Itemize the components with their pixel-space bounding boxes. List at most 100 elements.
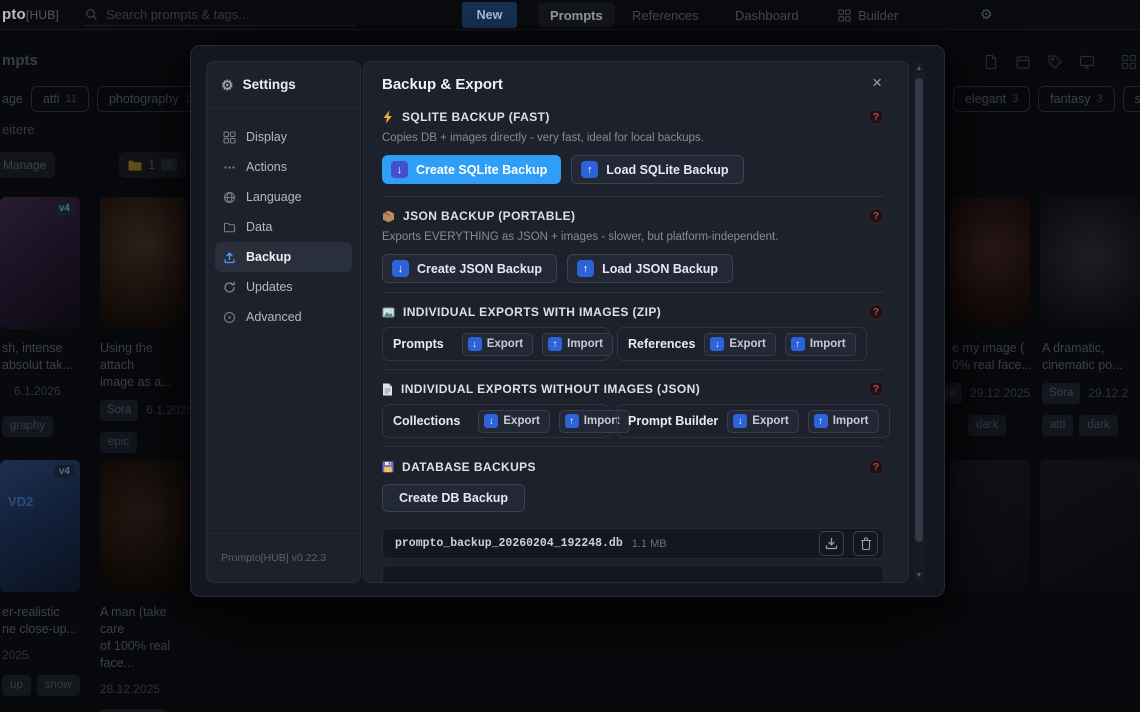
load-sqlite-backup-button[interactable]: ↑ Load SQLite Backup <box>571 155 743 184</box>
bg-card-image <box>1040 460 1140 592</box>
package-icon <box>382 210 395 223</box>
backup-export-panel: Backup & Export × SQLITE BACKUP (FAST) ?… <box>363 61 909 583</box>
bg-card-line: absolut tak... <box>2 357 84 374</box>
download-icon: ↓ <box>468 337 482 351</box>
bg-source-badge: Sora <box>100 400 138 421</box>
builder-grid-icon <box>838 9 851 22</box>
bg-card-line: A dramatic, <box>1042 340 1140 357</box>
section-title: INDIVIDUAL EXPORTS WITH IMAGES (ZIP) <box>403 305 860 319</box>
bg-card-line: A man (take care <box>100 604 190 638</box>
import-button[interactable]: ↑Import <box>808 410 879 433</box>
delete-backup-button[interactable] <box>853 531 878 556</box>
bg-folder-chip: 1 2 <box>119 152 186 178</box>
help-icon[interactable]: ? <box>868 381 884 397</box>
bg-card-date: 28.12.2025 <box>100 681 160 698</box>
bg-tag-filter-row: age atti11 photography11 <box>2 86 208 112</box>
app-version: Prompto[HUB] v0.22.3 <box>207 533 360 582</box>
upload-icon: ↑ <box>791 337 805 351</box>
help-icon[interactable]: ? <box>868 208 884 224</box>
floppy-disk-icon <box>382 461 394 473</box>
tab-references[interactable]: References <box>620 3 710 27</box>
bg-tag-chip: elegant3 <box>953 86 1030 112</box>
document-icon <box>983 54 999 70</box>
sidebar-item-language[interactable]: Language <box>215 182 352 212</box>
import-button[interactable]: ↑Import <box>785 333 856 356</box>
bg-card-tag: atti <box>1042 415 1073 436</box>
bg-card-date: 29.12.2 <box>1088 385 1128 402</box>
bg-tag-chip: fantasy3 <box>1038 86 1114 112</box>
download-icon: ↓ <box>710 337 724 351</box>
calendar-icon <box>1015 54 1031 70</box>
create-db-backup-button[interactable]: Create DB Backup <box>382 484 525 512</box>
sidebar-item-data[interactable]: Data <box>215 212 352 242</box>
grid-icon <box>223 131 236 144</box>
export-button[interactable]: ↓Export <box>478 410 549 433</box>
scrollbar-track[interactable] <box>913 76 925 568</box>
group-label: References <box>628 337 695 351</box>
download-backup-button[interactable] <box>819 531 844 556</box>
bg-card-line: of 100% real face... <box>100 638 190 672</box>
sidebar-item-advanced[interactable]: Advanced <box>215 302 352 332</box>
new-button[interactable]: New <box>462 2 517 28</box>
app-topbar: pto[HUB] New Prompts References Dashboar… <box>0 0 1140 30</box>
button-label: Load JSON Backup <box>602 262 718 276</box>
sidebar-item-label: Display <box>246 130 287 144</box>
close-icon[interactable]: × <box>870 76 884 90</box>
bg-card-meta: sh, intense absolut tak... 6.1.2026 grap… <box>2 340 84 437</box>
bg-tag-fragment: age <box>2 92 23 106</box>
export-button[interactable]: ↓Export <box>704 333 775 356</box>
bg-card-image: v4 VD2 <box>0 460 80 592</box>
backup-file-size: 1.1 MB <box>632 538 667 550</box>
export-group-collections: Collections ↓Export ↑Import <box>382 404 610 438</box>
section-sqlite-backup: SQLITE BACKUP (FAST) ? Copies DB + image… <box>382 109 884 197</box>
tab-prompts[interactable]: Prompts <box>538 3 615 27</box>
help-icon[interactable]: ? <box>868 109 884 125</box>
section-description: Exports EVERYTHING as JSON + images - sl… <box>382 231 884 243</box>
download-icon: ↓ <box>391 161 408 178</box>
settings-gear-icon[interactable]: ⚙ <box>980 7 993 21</box>
sidebar-item-actions[interactable]: Actions <box>215 152 352 182</box>
section-json-exports: INDIVIDUAL EXPORTS WITHOUT IMAGES (JSON)… <box>382 370 884 447</box>
search-input[interactable] <box>106 7 326 22</box>
sidebar-item-updates[interactable]: Updates <box>215 272 352 302</box>
mini-button-label: Import <box>584 415 620 427</box>
help-icon[interactable]: ? <box>868 459 884 475</box>
bg-card-line: ne close-up... <box>2 621 84 638</box>
mini-button-label: Export <box>503 415 539 427</box>
dots-icon <box>223 161 236 174</box>
export-button[interactable]: ↓Export <box>462 333 533 356</box>
bg-card-image <box>100 197 187 329</box>
sidebar-item-backup[interactable]: Backup <box>215 242 352 272</box>
bg-more-label: eitere <box>2 122 35 137</box>
bg-card-meta: Using the attach image as a... Sora6.1.2… <box>100 340 188 453</box>
section-database-backups: DATABASE BACKUPS ? Create DB Backup prom… <box>382 447 884 583</box>
export-button[interactable]: ↓Export <box>727 410 798 433</box>
bg-card-line: 0% real face... <box>952 357 1032 374</box>
tab-dashboard[interactable]: Dashboard <box>723 3 811 27</box>
tag-icon <box>1047 54 1063 70</box>
gear-icon: ⚙ <box>221 78 234 92</box>
lightning-icon <box>382 110 394 124</box>
modal-scrollbar[interactable]: ▲ ▼ <box>913 61 925 583</box>
section-title: SQLITE BACKUP (FAST) <box>402 110 860 124</box>
search-icon <box>85 8 98 21</box>
upload-icon: ↑ <box>581 161 598 178</box>
section-title: INDIVIDUAL EXPORTS WITHOUT IMAGES (JSON) <box>401 382 860 396</box>
scroll-down-arrow[interactable]: ▼ <box>916 568 923 583</box>
tab-builder[interactable]: Builder <box>826 3 910 27</box>
load-json-backup-button[interactable]: ↑ Load JSON Backup <box>567 254 733 283</box>
create-json-backup-button[interactable]: ↓ Create JSON Backup <box>382 254 557 283</box>
create-sqlite-backup-button[interactable]: ↓ Create SQLite Backup <box>382 155 561 184</box>
import-button[interactable]: ↑Import <box>542 333 613 356</box>
help-icon[interactable]: ? <box>868 304 884 320</box>
sidebar-item-label: Data <box>246 220 272 234</box>
refresh-icon <box>223 281 236 294</box>
mini-button-label: Import <box>567 338 603 350</box>
bg-tag-chip: atti11 <box>31 86 89 112</box>
sidebar-item-display[interactable]: Display <box>215 122 352 152</box>
scroll-up-arrow[interactable]: ▲ <box>916 61 923 76</box>
folder-count-badge: 2 <box>161 159 177 171</box>
scrollbar-thumb[interactable] <box>915 78 923 542</box>
search-box[interactable] <box>85 4 355 26</box>
version-badge: v4 <box>54 465 75 478</box>
